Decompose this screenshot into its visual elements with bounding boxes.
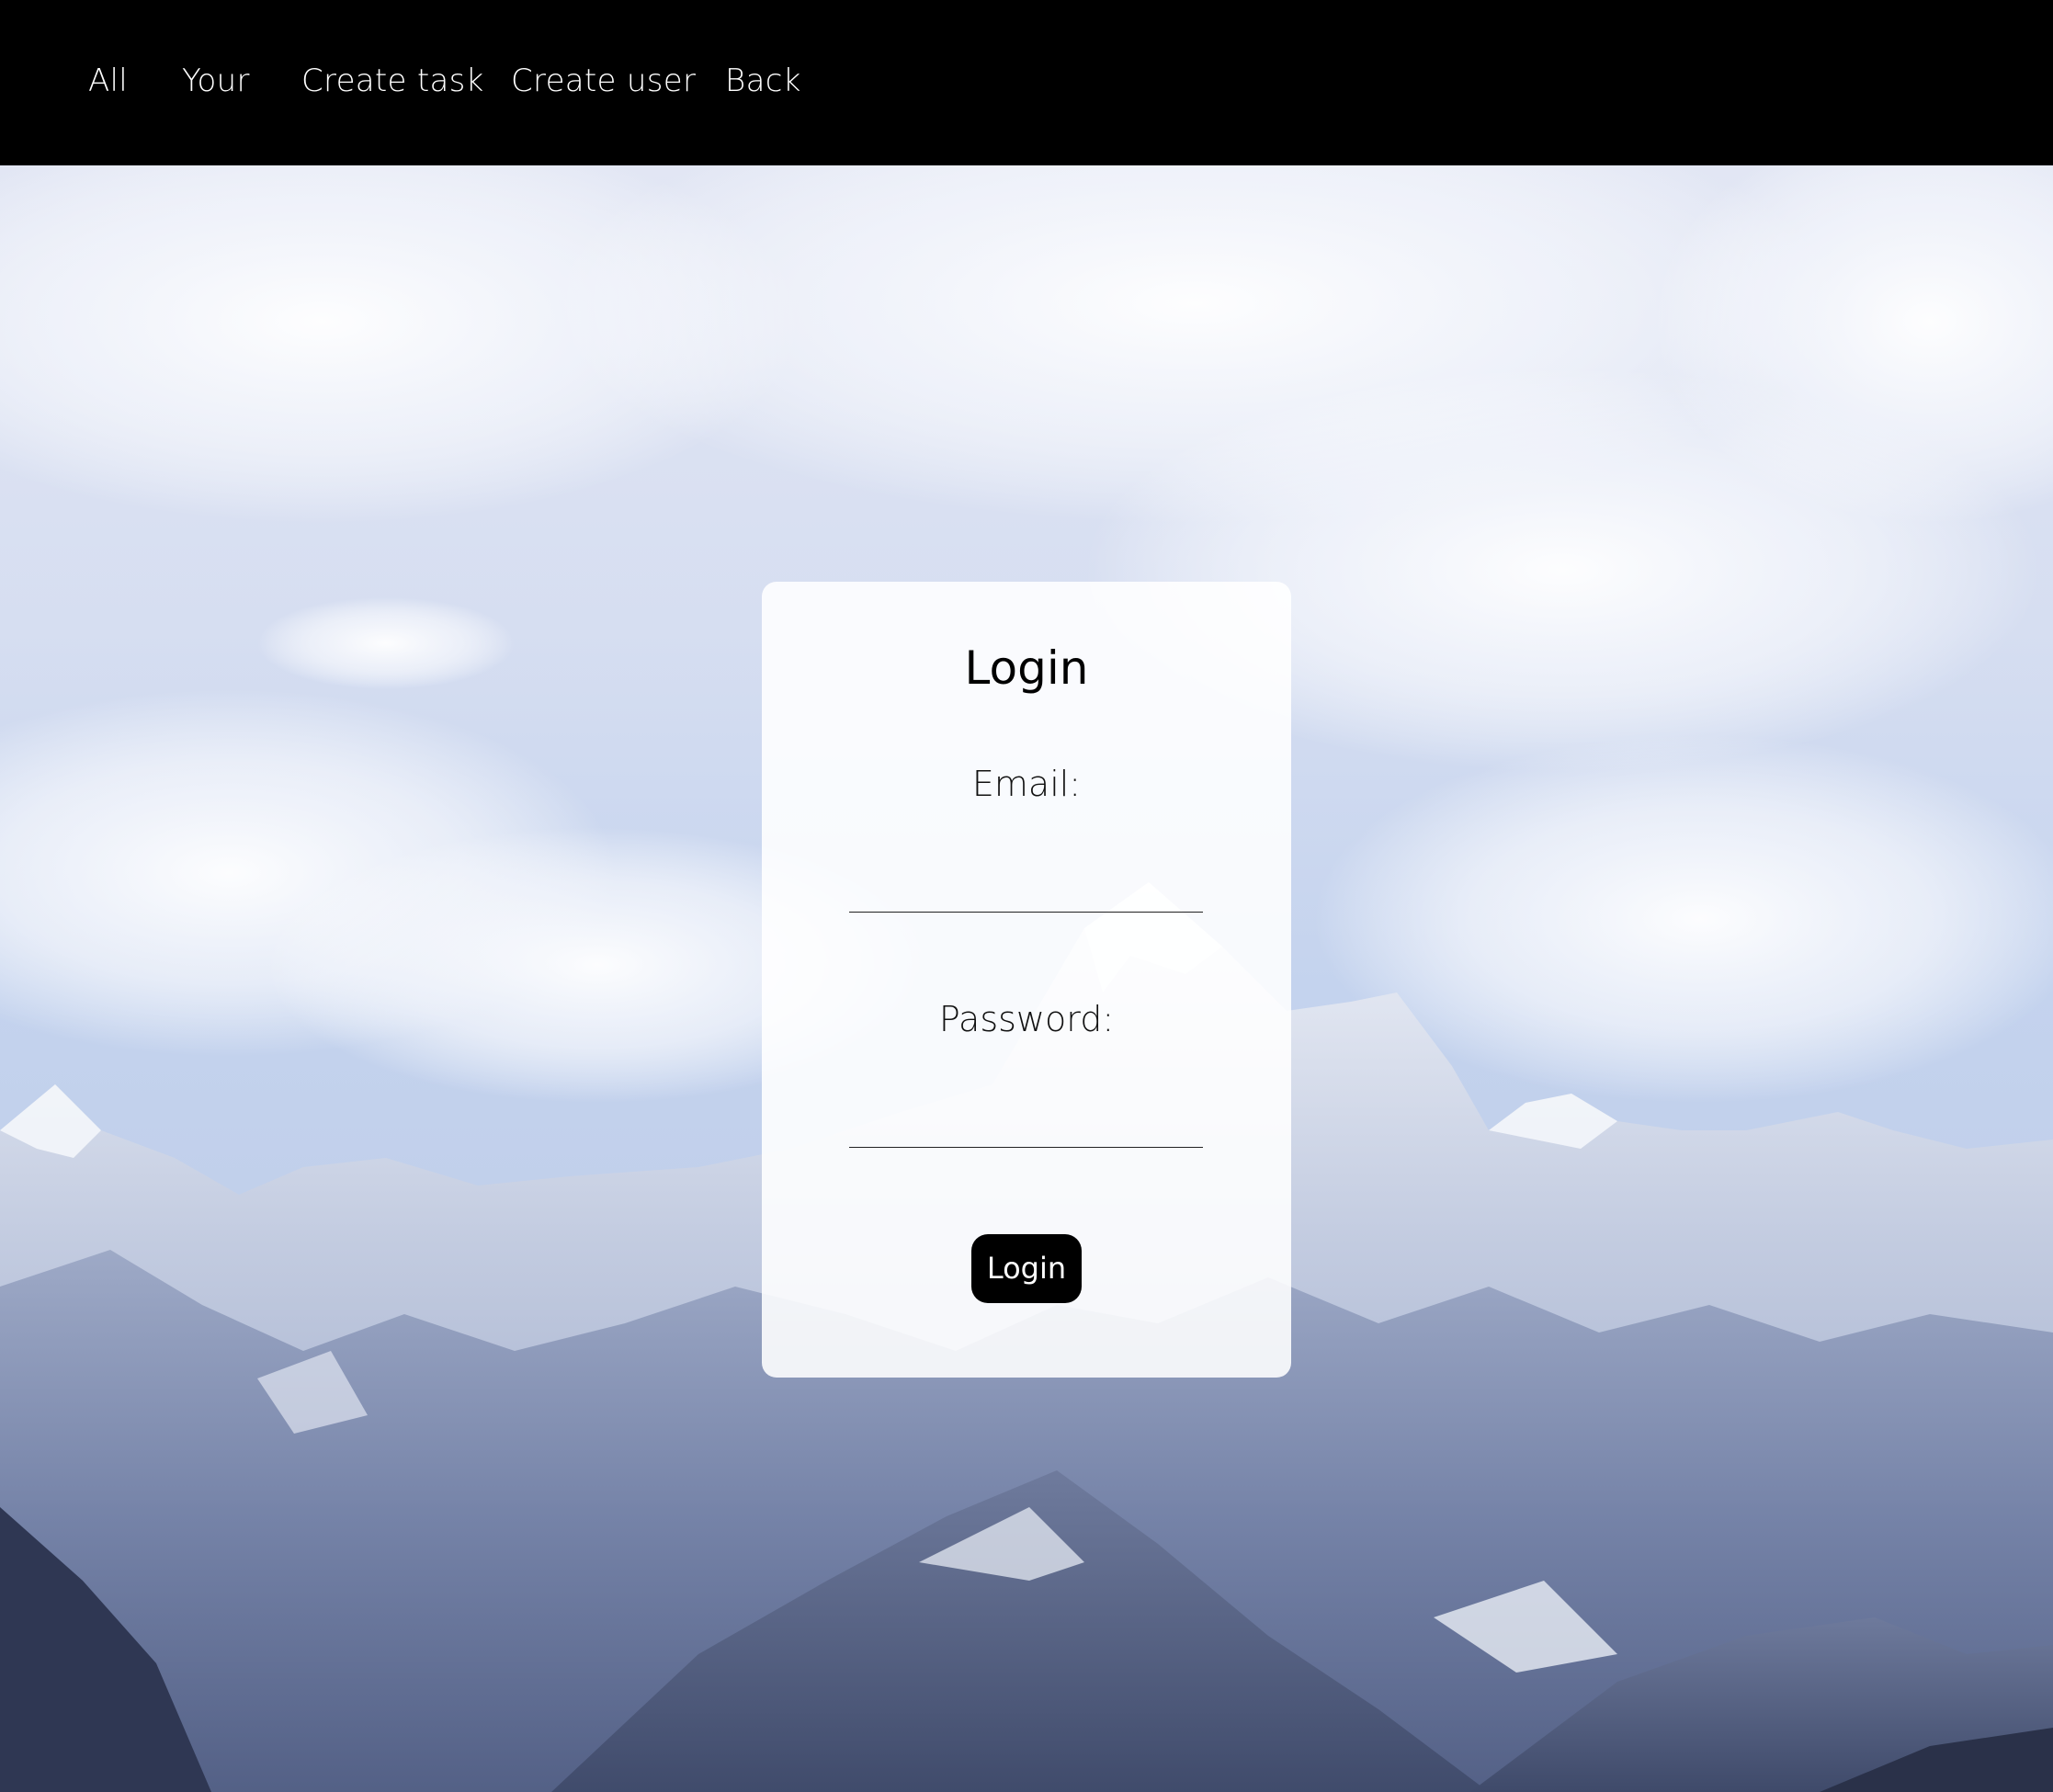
nav-link-create-user[interactable]: Create user: [511, 57, 696, 105]
password-field[interactable]: [849, 1093, 1203, 1148]
nav-link-create-task[interactable]: Create task: [301, 57, 484, 105]
top-navigation: All Your Create task Create user Back: [0, 0, 2053, 165]
email-label: Email:: [971, 764, 1082, 804]
nav-link-your[interactable]: Your: [182, 57, 250, 105]
password-label: Password:: [938, 999, 1115, 1039]
login-button[interactable]: Login: [971, 1234, 1082, 1303]
email-field[interactable]: [849, 857, 1203, 913]
nav-link-all[interactable]: All: [88, 57, 128, 105]
login-title: Login: [964, 641, 1089, 695]
login-card: Login Email: Password: Login: [762, 582, 1291, 1378]
nav-link-back[interactable]: Back: [725, 57, 801, 105]
